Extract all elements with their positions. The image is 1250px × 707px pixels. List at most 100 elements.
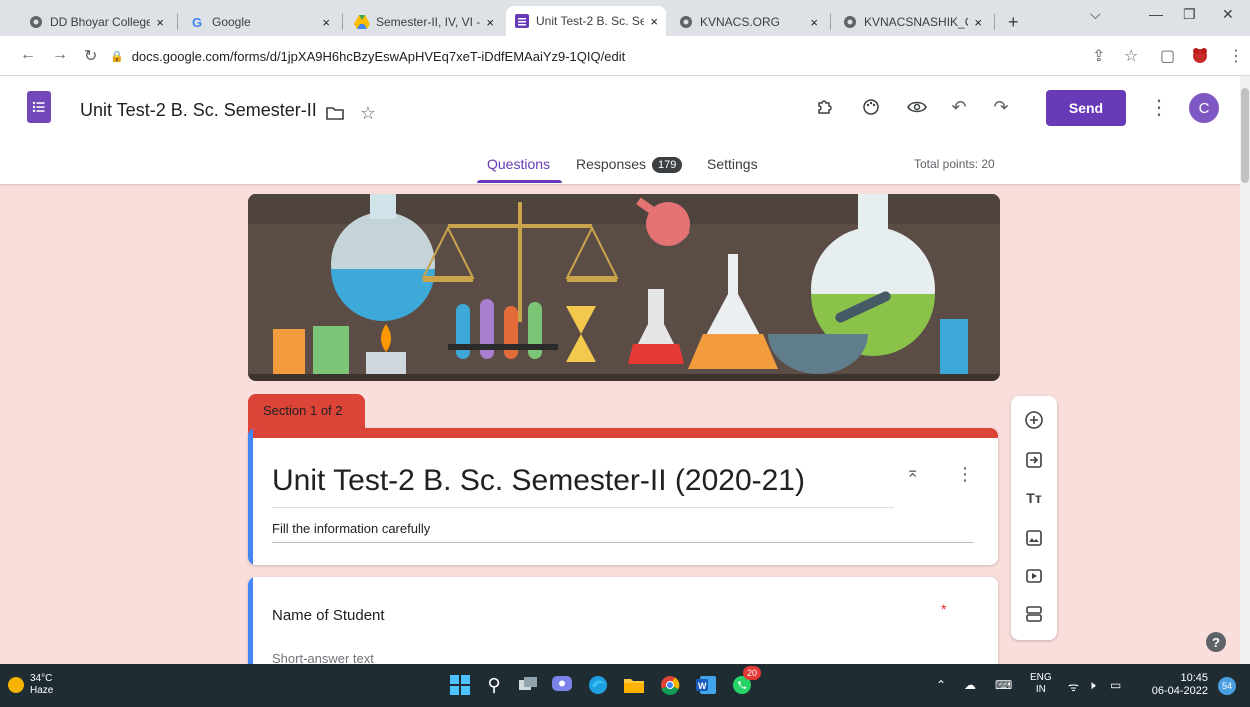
back-icon[interactable]: ← xyxy=(20,46,36,64)
card-top-accent xyxy=(248,428,998,438)
browser-tab-kvnacsnashik[interactable]: KVNACSNASHIK_C × xyxy=(834,8,990,36)
side-panel-icon[interactable]: ▢ xyxy=(1160,46,1175,66)
input-language[interactable]: ENG IN xyxy=(1030,672,1052,696)
active-tab-indicator xyxy=(477,180,562,183)
reload-icon[interactable]: ↻ xyxy=(84,46,97,66)
section-title[interactable]: Unit Test-2 B. Sc. Semester-II (2020-21) xyxy=(272,464,805,498)
total-points: Total points: 20 xyxy=(914,157,995,171)
drive-icon xyxy=(354,14,370,30)
card-active-indicator xyxy=(248,577,253,677)
tab-separator xyxy=(830,14,831,30)
addons-puzzle-icon[interactable] xyxy=(812,94,838,120)
browser-tab-dd-bhoyar[interactable]: DD Bhoyar College × xyxy=(20,8,172,36)
globe-icon xyxy=(28,14,44,30)
globe-icon xyxy=(842,14,858,30)
address-bar[interactable]: 🔒 docs.google.com/forms/d/1jpXA9H6hcBzyE… xyxy=(110,41,1110,71)
browser-tab-drive[interactable]: Semester-II, IV, VI - × xyxy=(346,8,502,36)
new-tab-button[interactable]: + xyxy=(1000,8,1030,36)
onedrive-cloud-icon[interactable]: ☁ xyxy=(964,678,976,692)
close-tab-icon[interactable]: × xyxy=(486,15,494,30)
google-icon: G xyxy=(190,14,206,30)
header-banner-image xyxy=(248,194,1000,381)
keyboard-icon[interactable]: ⌨ xyxy=(995,678,1012,692)
tab-settings[interactable]: Settings xyxy=(707,156,758,172)
tab-questions[interactable]: Questions xyxy=(487,156,550,172)
globe-icon xyxy=(678,14,694,30)
close-tab-icon[interactable]: × xyxy=(322,15,330,30)
chrome-icon[interactable] xyxy=(657,672,683,698)
forward-icon[interactable]: → xyxy=(52,46,68,64)
close-tab-icon[interactable]: × xyxy=(156,15,164,30)
windows-start-icon[interactable] xyxy=(447,672,473,698)
section-description[interactable]: Fill the information carefully xyxy=(272,521,430,536)
svg-text:W: W xyxy=(698,681,707,691)
file-explorer-icon[interactable] xyxy=(621,672,647,698)
browser-tab-google[interactable]: G Google × xyxy=(182,8,338,36)
weather-sun-icon xyxy=(8,677,24,693)
account-avatar[interactable]: C xyxy=(1189,93,1219,123)
whatsapp-unread-badge: 20 xyxy=(743,666,761,680)
close-window-icon[interactable]: ✕ xyxy=(1222,6,1234,23)
word-icon[interactable]: W xyxy=(693,672,719,698)
browser-menu-icon[interactable]: ⋮ xyxy=(1228,46,1244,66)
section-header-card[interactable]: Unit Test-2 B. Sc. Semester-II (2020-21)… xyxy=(248,428,998,565)
responses-count-badge: 179 xyxy=(652,157,683,174)
browser-tab-kvnacs[interactable]: KVNACS.ORG × xyxy=(670,8,826,36)
teams-chat-icon[interactable] xyxy=(549,672,575,698)
more-options-icon[interactable]: ⋮ xyxy=(1146,94,1172,120)
lock-icon: 🔒 xyxy=(110,50,124,63)
add-video-icon[interactable] xyxy=(1022,564,1046,588)
star-icon[interactable]: ☆ xyxy=(355,100,381,126)
form-title[interactable]: Unit Test-2 B. Sc. Semester-II xyxy=(80,100,317,121)
section-more-options-icon[interactable]: ⋮ xyxy=(956,464,974,485)
palette-icon[interactable] xyxy=(858,94,884,120)
wifi-icon[interactable]: ᯤ xyxy=(1068,678,1079,695)
forms-header: Unit Test-2 B. Sc. Semester-II ☆ ↶ ↷ Sen… xyxy=(0,76,1240,184)
close-tab-icon[interactable]: × xyxy=(974,15,982,30)
send-button[interactable]: Send xyxy=(1046,90,1126,126)
question-title[interactable]: Name of Student xyxy=(272,607,385,624)
search-icon[interactable]: ⚲ xyxy=(481,672,507,698)
add-title-icon[interactable]: Tт xyxy=(1022,486,1046,510)
add-question-icon[interactable] xyxy=(1022,408,1046,432)
url-text: docs.google.com/forms/d/1jpXA9H6hcBzyEsw… xyxy=(131,48,626,64)
help-icon[interactable]: ? xyxy=(1206,632,1226,652)
floating-toolbar: Tт xyxy=(1011,396,1057,640)
tab-search-chevron-icon[interactable]: ⌵ xyxy=(1090,6,1101,23)
scrollbar-thumb[interactable] xyxy=(1241,88,1249,183)
weather-widget[interactable]: 34°C Haze xyxy=(30,673,53,697)
svg-text:G: G xyxy=(192,15,202,29)
close-tab-icon[interactable]: × xyxy=(810,15,818,30)
required-asterisk: * xyxy=(941,601,947,617)
edge-browser-icon[interactable] xyxy=(585,672,611,698)
restore-icon[interactable]: ❐ xyxy=(1183,6,1196,23)
show-hidden-icons-chevron[interactable]: ⌃ xyxy=(936,678,946,692)
system-clock[interactable]: 10:45 06-04-2022 xyxy=(1148,672,1208,698)
volume-muted-icon[interactable]: 🕨 xyxy=(1088,678,1096,693)
add-section-icon[interactable] xyxy=(1022,602,1046,626)
battery-icon[interactable]: ▭ xyxy=(1110,678,1121,692)
title-underline xyxy=(272,507,894,508)
profile-avatar-icon[interactable] xyxy=(1190,46,1210,69)
import-questions-icon[interactable] xyxy=(1022,448,1046,472)
notification-count-badge[interactable]: 54 xyxy=(1218,677,1236,695)
tab-separator xyxy=(342,14,343,30)
browser-tab-forms-active[interactable]: Unit Test-2 B. Sc. Se × xyxy=(506,6,666,36)
collapse-section-icon[interactable]: ⌅ xyxy=(906,462,919,482)
card-active-indicator xyxy=(248,428,253,565)
browser-tab-strip: DD Bhoyar College × G Google × Semester-… xyxy=(0,0,1250,36)
preview-eye-icon[interactable] xyxy=(904,94,930,120)
forms-logo-icon[interactable] xyxy=(27,91,51,123)
folder-icon[interactable] xyxy=(322,100,348,126)
tab-responses[interactable]: Responses 179 xyxy=(576,156,683,174)
task-view-icon[interactable] xyxy=(515,672,541,698)
windows-taskbar: 34°C Haze ⚲ W 20 ⌃ ☁ ⌨ ENG IN ᯤ 🕨 ▭ 10:4… xyxy=(0,664,1250,707)
bookmark-star-icon[interactable]: ☆ xyxy=(1124,46,1138,66)
question-card[interactable]: Name of Student * Short-answer text xyxy=(248,577,998,677)
redo-icon[interactable]: ↷ xyxy=(988,94,1014,120)
close-tab-icon[interactable]: × xyxy=(650,14,658,29)
add-image-icon[interactable] xyxy=(1022,526,1046,550)
undo-icon[interactable]: ↶ xyxy=(946,94,972,120)
share-icon[interactable]: ⇪ xyxy=(1092,46,1105,66)
minimize-icon[interactable]: — xyxy=(1149,6,1163,22)
